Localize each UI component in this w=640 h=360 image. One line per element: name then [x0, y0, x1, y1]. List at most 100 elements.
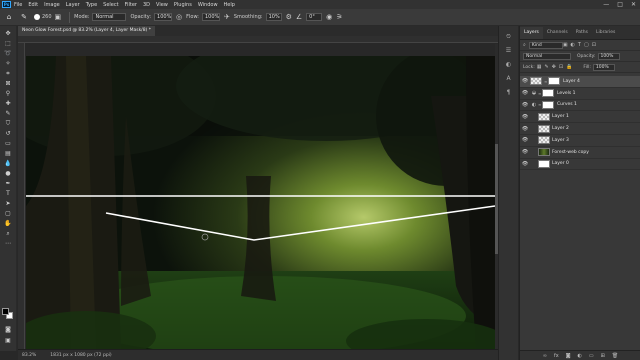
visibility-eye-icon[interactable]: 👁 — [520, 78, 530, 84]
pressure-opacity-icon[interactable]: ◎ — [176, 13, 182, 21]
quick-mask-icon[interactable]: ◙ — [3, 326, 13, 334]
filter-smart-icon[interactable]: ⊡ — [592, 42, 596, 48]
type-tool-icon[interactable]: T — [3, 190, 13, 198]
history-panel-icon[interactable]: ⏲ — [504, 32, 513, 41]
tab-layers[interactable]: Layers — [520, 27, 543, 39]
visibility-eye-icon[interactable]: 👁 — [520, 149, 530, 155]
delete-layer-icon[interactable]: 🗑 — [612, 353, 618, 359]
zoom-level[interactable]: 83.2% — [22, 353, 36, 358]
lasso-tool-icon[interactable]: ➰ — [3, 50, 13, 58]
menu-plugins[interactable]: Plugins — [174, 2, 192, 8]
document-tab[interactable]: Neon Glow Forest.psd @ 83.2% (Layer 4, L… — [18, 26, 155, 36]
forest-image[interactable] — [26, 56, 495, 349]
visibility-eye-icon[interactable]: 👁 — [520, 137, 530, 143]
brush-settings-icon[interactable]: ▣ — [55, 13, 62, 21]
stamp-tool-icon[interactable]: ⛉ — [3, 120, 13, 128]
blend-mode-select[interactable]: Normal — [523, 52, 571, 60]
menu-edit[interactable]: Edit — [28, 2, 38, 8]
layer-row-layer-3[interactable]: 👁 Layer 3 — [520, 135, 640, 147]
screen-mode-icon[interactable]: ▣ — [3, 337, 13, 345]
character-panel-icon[interactable]: A — [504, 74, 513, 83]
layer-mask-thumbnail[interactable] — [542, 100, 554, 109]
filter-kind-select[interactable]: Kind — [528, 41, 563, 49]
close-button[interactable]: ✕ — [631, 1, 636, 8]
menu-image[interactable]: Image — [44, 2, 60, 8]
angle-field[interactable]: 0° — [306, 13, 323, 21]
dodge-tool-icon[interactable]: ● — [3, 170, 13, 178]
mode-select[interactable]: Normal — [92, 13, 127, 21]
filter-type-icon[interactable]: T — [578, 42, 581, 48]
menu-view[interactable]: View — [156, 2, 168, 8]
opacity-field[interactable]: 100% — [154, 13, 173, 21]
link-layers-icon[interactable]: ∞ — [543, 353, 547, 359]
visibility-eye-icon[interactable]: 👁 — [520, 161, 530, 167]
lock-pixels-icon[interactable]: ✎ — [545, 64, 549, 70]
document-size[interactable]: 1831 px x 1080 px (72 ppi) — [50, 353, 111, 358]
filter-adjustment-icon[interactable]: ◐ — [571, 42, 575, 48]
layer-row-curves-1[interactable]: 👁 ◐ ∞ Curves 1 — [520, 100, 640, 112]
menu-filter[interactable]: Filter — [125, 2, 137, 8]
brush-size-value[interactable]: 260 — [42, 14, 52, 20]
menu-help[interactable]: Help — [224, 2, 235, 8]
brush-tool-icon[interactable]: ✎ — [19, 12, 29, 22]
layer-row-layer-2[interactable]: 👁 Layer 2 — [520, 123, 640, 135]
smoothing-options-icon[interactable]: ⚙ — [286, 13, 292, 21]
menu-select[interactable]: Select — [103, 2, 118, 8]
crop-tool-icon[interactable]: ⌗ — [3, 70, 13, 78]
properties-panel-icon[interactable]: ☰ — [504, 46, 513, 55]
tab-channels[interactable]: Channels — [543, 27, 572, 39]
blur-tool-icon[interactable]: 💧 — [3, 160, 13, 168]
layer-row-layer-1[interactable]: 👁 Layer 1 — [520, 111, 640, 124]
pressure-size-icon[interactable]: ◉ — [326, 13, 332, 21]
maximize-button[interactable]: □ — [617, 1, 623, 8]
eyedropper-tool-icon[interactable]: ⚲ — [3, 90, 13, 98]
menu-window[interactable]: Window — [198, 2, 218, 8]
photoshop-logo-icon[interactable]: Ps — [2, 1, 11, 8]
new-group-icon[interactable]: ▭ — [589, 353, 594, 359]
menu-layer[interactable]: Layer — [66, 2, 80, 8]
layer-row-layer-0[interactable]: 👁 Layer 0 — [520, 159, 640, 171]
more-tools-icon[interactable]: ⋯ — [3, 240, 13, 248]
frame-tool-icon[interactable]: ⊠ — [3, 80, 13, 88]
visibility-eye-icon[interactable]: 👁 — [520, 126, 530, 132]
fill-field[interactable]: 100% — [592, 63, 615, 71]
hand-tool-icon[interactable]: ✋ — [3, 220, 13, 228]
adjustments-panel-icon[interactable]: ◐ — [504, 60, 513, 69]
new-adjustment-icon[interactable]: ◐ — [578, 353, 582, 359]
brush-preview-icon[interactable] — [34, 14, 40, 20]
brush-tool-icon[interactable]: ✎ — [3, 110, 13, 118]
healing-tool-icon[interactable]: ✚ — [3, 100, 13, 108]
minimize-button[interactable]: — — [603, 1, 609, 8]
lock-transparency-icon[interactable]: ▦ — [537, 64, 542, 70]
tab-paths[interactable]: Paths — [572, 27, 592, 39]
new-layer-icon[interactable]: ⊞ — [601, 353, 605, 359]
tab-libraries[interactable]: Libraries — [592, 27, 619, 39]
eraser-tool-icon[interactable]: ▭ — [3, 140, 13, 148]
visibility-eye-icon[interactable]: 👁 — [520, 114, 530, 120]
opacity-field[interactable]: 100% — [597, 52, 620, 60]
home-icon[interactable]: ⌂ — [4, 12, 14, 22]
filter-shape-icon[interactable]: ▢ — [584, 42, 589, 48]
menu-file[interactable]: File — [14, 2, 22, 8]
layer-mask-thumbnail[interactable] — [548, 77, 560, 86]
lock-all-icon[interactable]: 🔒 — [566, 64, 572, 70]
add-mask-icon[interactable]: ◙ — [566, 353, 571, 359]
canvas-area[interactable] — [18, 36, 498, 349]
zoom-tool-icon[interactable]: ⌕ — [3, 230, 13, 238]
pen-tool-icon[interactable]: ✒ — [3, 180, 13, 188]
layer-row-layer-4[interactable]: 👁 ∞ Layer 4 — [520, 76, 640, 88]
history-brush-tool-icon[interactable]: ↺ — [3, 130, 13, 138]
symmetry-icon[interactable]: ⚞ — [336, 13, 342, 21]
gradient-tool-icon[interactable]: ▤ — [3, 150, 13, 158]
flow-field[interactable]: 100% — [201, 13, 220, 21]
angle-icon[interactable]: ∠ — [296, 13, 302, 21]
rectangle-tool-icon[interactable]: ▢ — [3, 210, 13, 218]
airbrush-icon[interactable]: ✈ — [224, 13, 230, 21]
lock-position-icon[interactable]: ✥ — [552, 64, 556, 70]
marquee-tool-icon[interactable]: ⬚ — [3, 40, 13, 48]
path-select-tool-icon[interactable]: ➤ — [3, 200, 13, 208]
filter-pixel-icon[interactable]: ▣ — [563, 42, 568, 48]
paragraph-panel-icon[interactable]: ¶ — [504, 88, 513, 97]
quick-select-tool-icon[interactable]: ✧ — [3, 60, 13, 68]
visibility-eye-icon[interactable]: 👁 — [520, 90, 530, 96]
